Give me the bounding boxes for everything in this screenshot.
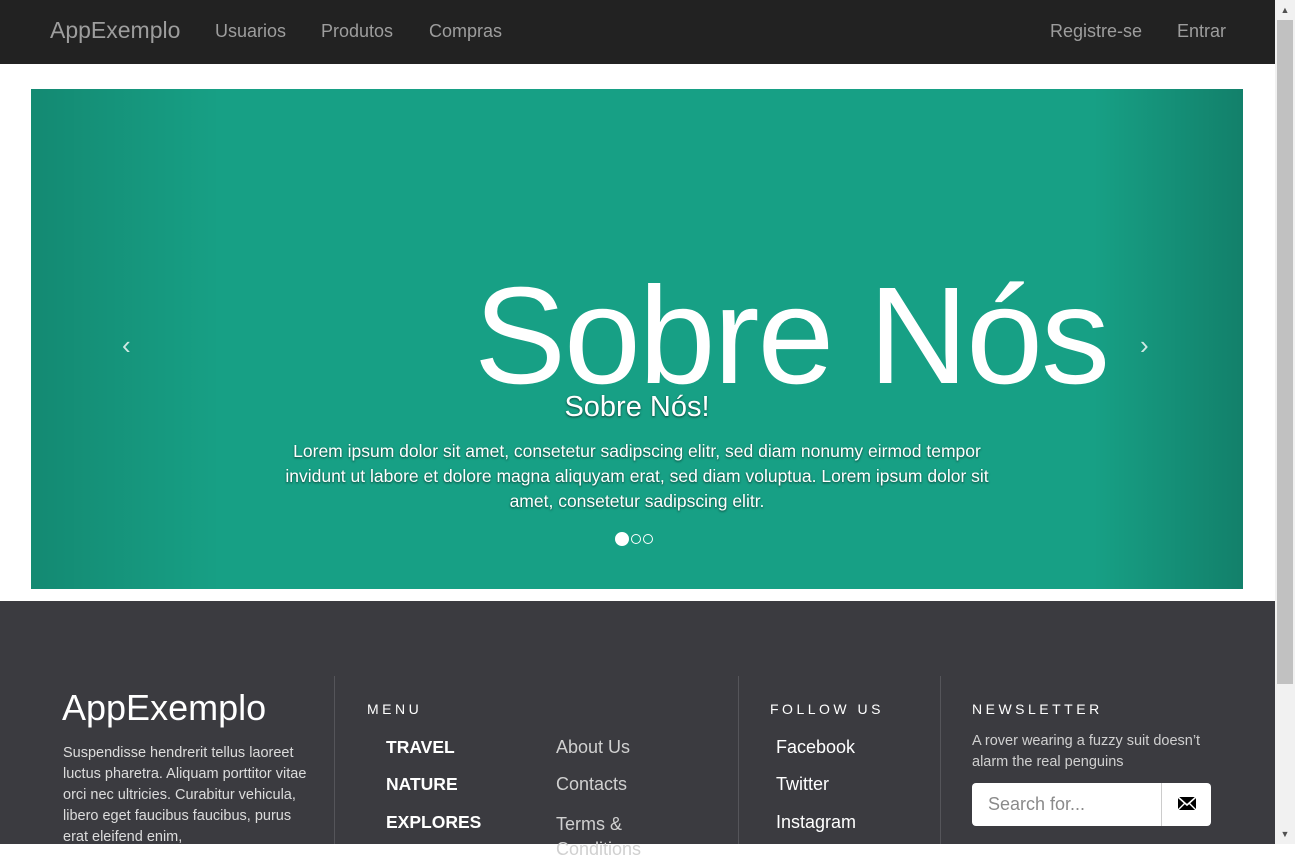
newsletter-submit-button[interactable] (1161, 783, 1211, 826)
carousel-indicator-1[interactable] (615, 531, 629, 546)
footer-link-contacts[interactable]: Contacts (556, 774, 627, 795)
carousel-indicator-3[interactable] (643, 533, 653, 544)
carousel-next-button[interactable]: › (1140, 332, 1149, 358)
newsletter-search-input[interactable] (972, 783, 1161, 826)
footer-link-instagram[interactable]: Instagram (776, 812, 856, 833)
envelope-icon (1177, 796, 1197, 811)
hero-carousel: Sobre Nós Sobre Nós! Lorem ipsum dolor s… (31, 89, 1243, 589)
footer-brand: AppExemplo (62, 687, 267, 728)
slide-caption-title: Sobre Nós! (564, 391, 710, 423)
footer-menu-nature[interactable]: NATURE (386, 774, 458, 795)
footer-newsletter-text: A rover wearing a fuzzy suit doesn’t ala… (972, 733, 1201, 770)
scroll-up-icon[interactable]: ▲ (1275, 0, 1295, 20)
footer-follow-heading: FOLLOW US (770, 701, 884, 717)
nav-link-login[interactable]: Entrar (1177, 21, 1226, 42)
footer-menu-heading: MENU (367, 701, 423, 717)
site-footer: AppExemplo Suspendisse hendrerit tellus … (0, 601, 1275, 859)
carousel-indicators (615, 530, 655, 546)
footer-newsletter-heading: NEWSLETTER (972, 701, 1103, 717)
page-scrollbar[interactable]: ▲ ▼ (1275, 0, 1295, 844)
carousel-indicator-2[interactable] (631, 533, 641, 544)
nav-link-usuarios[interactable]: Usuarios (215, 21, 286, 42)
nav-link-produtos[interactable]: Produtos (321, 21, 393, 42)
footer-divider (940, 676, 941, 844)
navbar-brand[interactable]: AppExemplo (50, 17, 180, 44)
footer-menu-explores[interactable]: EXPLORES (386, 812, 481, 833)
nav-link-register[interactable]: Registre-se (1050, 21, 1142, 42)
footer-link-about[interactable]: About Us (556, 737, 630, 758)
scrollbar-thumb[interactable] (1277, 20, 1293, 684)
footer-divider (334, 676, 335, 844)
nav-link-compras[interactable]: Compras (429, 21, 502, 42)
footer-description: Suspendisse hendrerit tellus laoreet luc… (63, 745, 307, 845)
top-navbar: AppExemplo Usuarios Produtos Compras Reg… (0, 0, 1275, 64)
footer-divider (738, 676, 739, 844)
footer-menu-travel[interactable]: TRAVEL (386, 737, 455, 758)
carousel-prev-button[interactable]: ‹ (122, 332, 131, 358)
scroll-down-icon[interactable]: ▼ (1275, 824, 1295, 844)
footer-link-twitter[interactable]: Twitter (776, 774, 829, 795)
slide-image-text: Sobre Nós (474, 259, 1110, 413)
carousel-shade-right (1093, 89, 1243, 589)
footer-link-facebook[interactable]: Facebook (776, 737, 855, 758)
newsletter-search-box (972, 783, 1211, 826)
footer-link-terms[interactable]: Terms & Conditions (556, 812, 666, 862)
slide-caption-text: Lorem ipsum dolor sit amet, consetetur s… (285, 441, 989, 511)
